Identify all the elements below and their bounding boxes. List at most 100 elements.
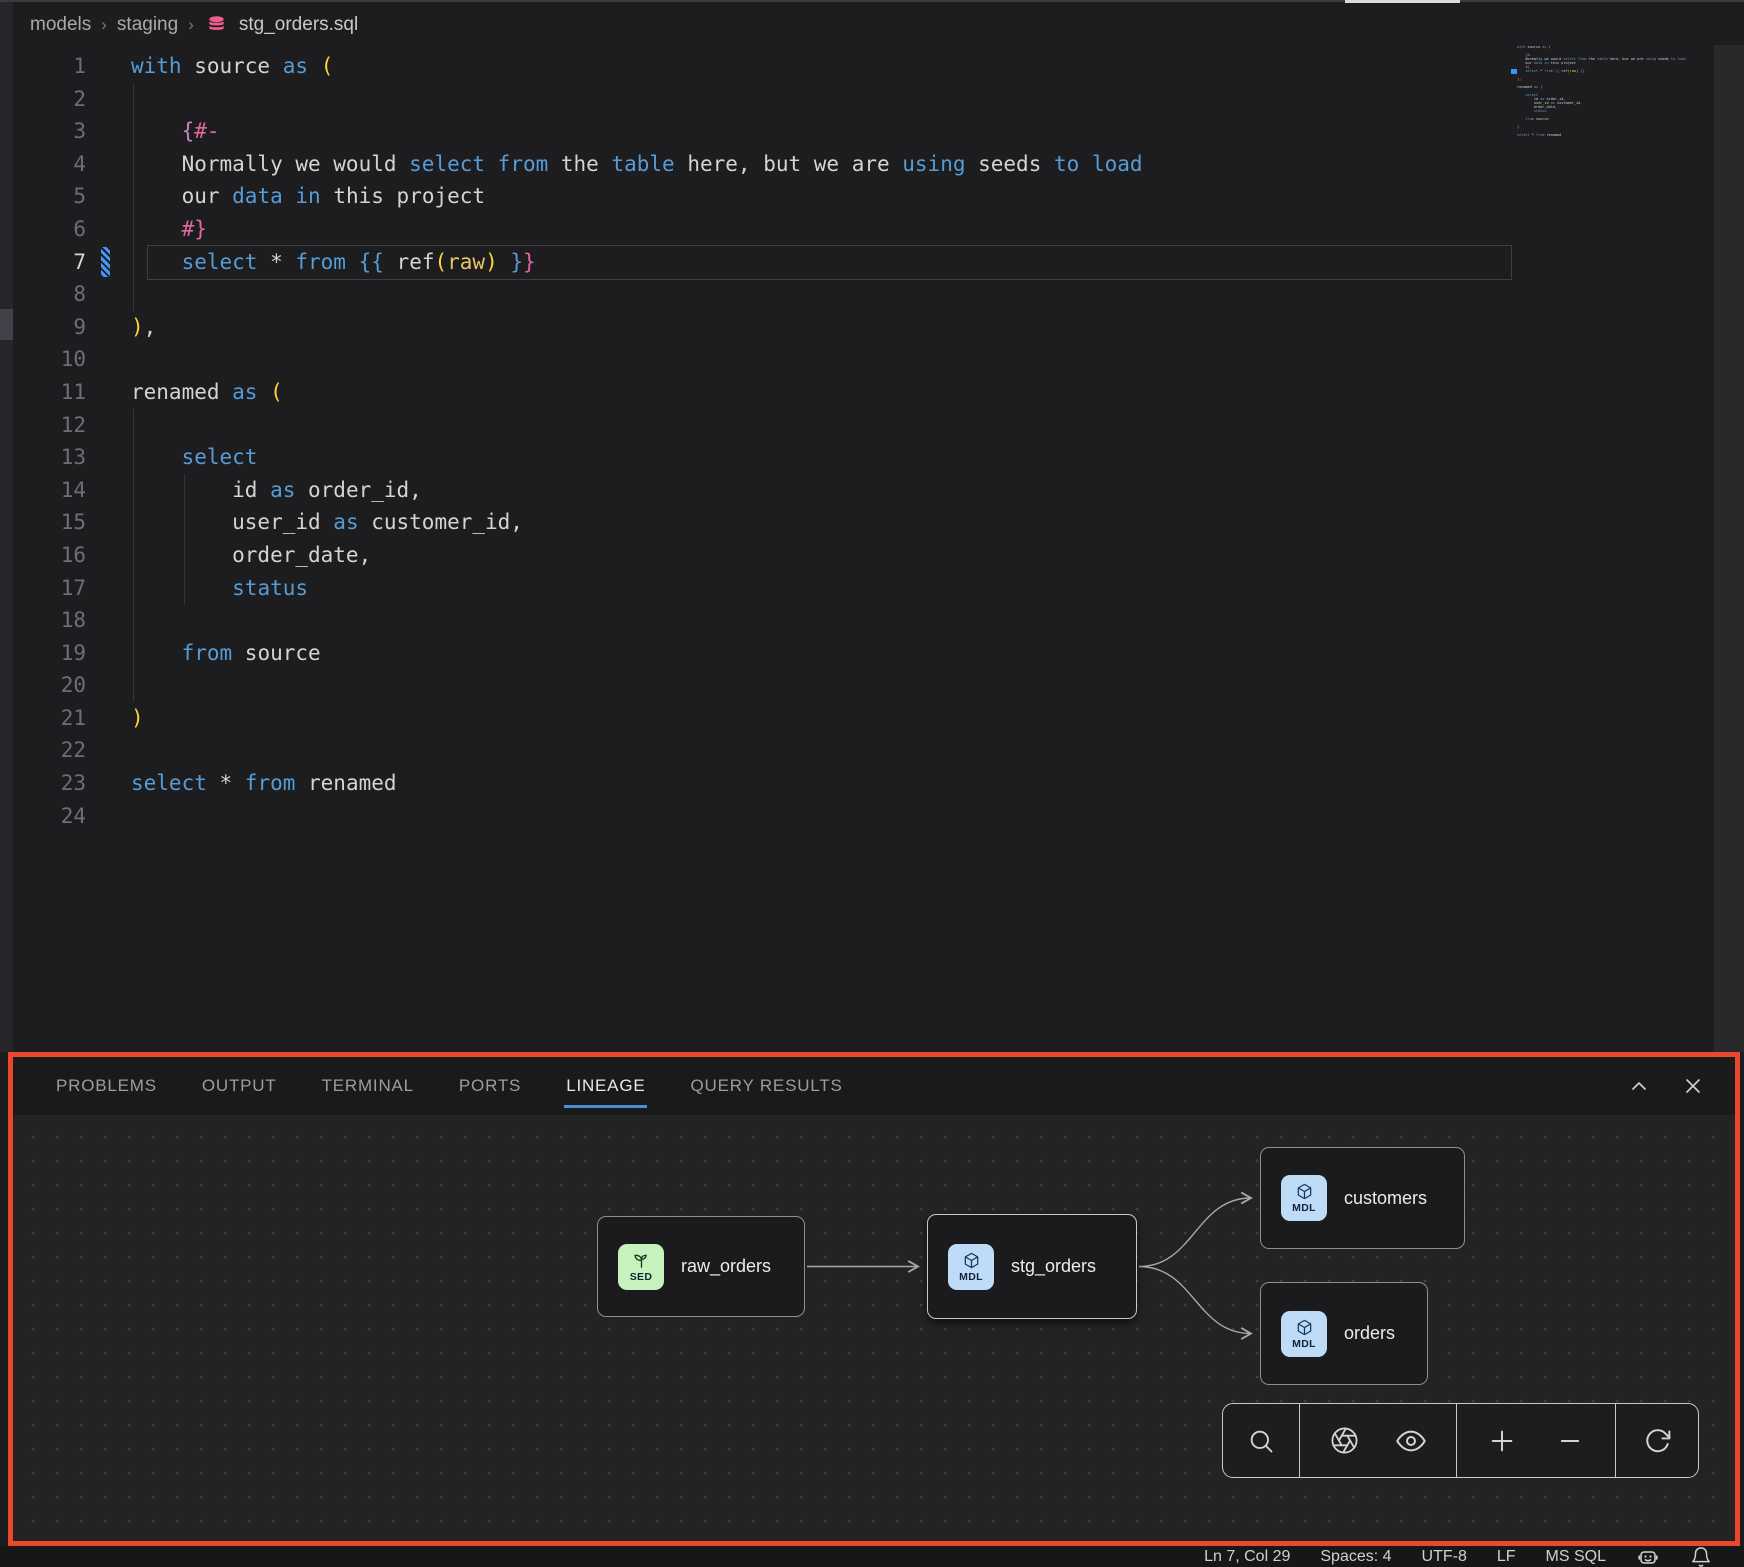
- line-number: 8: [40, 278, 86, 311]
- code-line: with source as (: [131, 50, 1143, 83]
- vscode-window: models › staging › stg_orders.sql 123456…: [0, 0, 1744, 1567]
- line-number: 18: [40, 604, 86, 637]
- panel-actions: [1625, 1057, 1707, 1115]
- lineage-node-raw_orders[interactable]: SEDraw_orders: [597, 1216, 805, 1317]
- status-language-mode[interactable]: MS SQL: [1546, 1548, 1606, 1566]
- visibility-button[interactable]: [1389, 1419, 1433, 1463]
- code-line: {#-: [131, 115, 1143, 148]
- line-number: 17: [40, 572, 86, 605]
- refresh-button[interactable]: [1635, 1419, 1679, 1463]
- bell-icon: [1690, 1546, 1712, 1567]
- minimap-modified-marker: [1511, 69, 1517, 74]
- code-line: renamed as (: [131, 376, 1143, 409]
- code-line: status: [131, 572, 1143, 605]
- line-number: 16: [40, 539, 86, 572]
- extension-robot-button[interactable]: [1636, 1545, 1660, 1567]
- status-bar: Ln 7, Col 29 Spaces: 4 UTF-8 LF MS SQL: [0, 1546, 1744, 1567]
- panel-close-button[interactable]: [1679, 1072, 1707, 1100]
- tab-label: OUTPUT: [202, 1076, 277, 1096]
- model-badge: MDL: [1281, 1175, 1327, 1221]
- code-line: order_date,: [131, 539, 1143, 572]
- tab-ports[interactable]: PORTS: [459, 1057, 521, 1115]
- breadcrumb-filename[interactable]: stg_orders.sql: [239, 14, 358, 36]
- sidebar-edge: [0, 2, 13, 1052]
- panel-maximize-button[interactable]: [1625, 1072, 1653, 1100]
- code-line: ): [131, 702, 1143, 735]
- line-number: 5: [40, 180, 86, 213]
- code-editor[interactable]: with source as ( {#- Normally we would s…: [131, 50, 1143, 832]
- line-number: 6: [40, 213, 86, 246]
- breadcrumb-item-staging[interactable]: staging: [117, 14, 178, 36]
- line-number: 7: [40, 246, 86, 279]
- zoom-in-button[interactable]: [1480, 1419, 1524, 1463]
- status-indentation[interactable]: Spaces: 4: [1320, 1548, 1391, 1566]
- model-badge: MDL: [948, 1244, 994, 1290]
- lineage-node-orders[interactable]: MDL orders: [1260, 1282, 1428, 1385]
- panel-tabs: PROBLEMS OUTPUT TERMINAL PORTS LINEAGE QUERY …: [56, 1057, 843, 1115]
- breadcrumb-item-models[interactable]: models: [30, 14, 91, 36]
- line-number: 10: [40, 343, 86, 376]
- tab-label: QUERY RESULTS: [690, 1076, 842, 1096]
- notifications-button[interactable]: [1690, 1546, 1712, 1567]
- close-icon: [1681, 1074, 1705, 1098]
- badge-label: MDL: [1292, 1202, 1316, 1214]
- line-number: 1: [40, 50, 86, 83]
- tab-query-results[interactable]: QUERY RESULTS: [690, 1057, 842, 1115]
- zoom-out-button[interactable]: [1548, 1419, 1592, 1463]
- tab-label: TERMINAL: [322, 1076, 414, 1096]
- code-line: our data in this project: [131, 180, 1143, 213]
- model-badge: MDL: [1281, 1311, 1327, 1357]
- tab-problems[interactable]: PROBLEMS: [56, 1057, 157, 1115]
- seedling-icon: [632, 1251, 651, 1270]
- line-number-gutter: 123456789101112131415161718192021222324: [40, 50, 86, 832]
- minimap[interactable]: with source as ( {#- Normally we would s…: [1517, 45, 1707, 145]
- line-number: 24: [40, 800, 86, 833]
- line-number: 14: [40, 474, 86, 507]
- status-encoding[interactable]: UTF-8: [1422, 1548, 1467, 1566]
- chevron-up-icon: [1627, 1074, 1651, 1098]
- tab-terminal[interactable]: TERMINAL: [322, 1057, 414, 1115]
- snapshot-button[interactable]: [1323, 1419, 1367, 1463]
- tab-label: LINEAGE: [566, 1076, 645, 1096]
- breadcrumb-separator: ›: [101, 15, 107, 35]
- seed-badge: SED: [618, 1244, 664, 1290]
- lineage-node-stg_orders[interactable]: MDL stg_orders: [927, 1214, 1137, 1319]
- lineage-node-customers[interactable]: MDL customers: [1260, 1147, 1465, 1249]
- lineage-toolbar: [1222, 1403, 1699, 1478]
- plus-icon: [1488, 1427, 1516, 1455]
- line-number: 23: [40, 767, 86, 800]
- line-number: 20: [40, 669, 86, 702]
- aperture-icon: [1330, 1426, 1359, 1455]
- line-number: 11: [40, 376, 86, 409]
- line-number: 22: [40, 734, 86, 767]
- badge-label: MDL: [1292, 1338, 1316, 1350]
- status-eol[interactable]: LF: [1497, 1548, 1516, 1566]
- modified-line-gutter-indicator: [101, 247, 110, 277]
- tab-output[interactable]: OUTPUT: [202, 1057, 277, 1115]
- code-line: [131, 409, 1143, 442]
- code-line: #}: [131, 213, 1143, 246]
- search-button[interactable]: [1239, 1419, 1283, 1463]
- sidebar-edge-handle: [0, 309, 13, 340]
- status-cursor-position[interactable]: Ln 7, Col 29: [1204, 1548, 1290, 1566]
- minimap-slider[interactable]: [1714, 45, 1744, 1052]
- node-label: orders: [1344, 1323, 1395, 1344]
- search-icon: [1247, 1427, 1275, 1455]
- badge-label: SED: [630, 1271, 653, 1283]
- code-line: [131, 604, 1143, 637]
- tab-lineage[interactable]: LINEAGE: [566, 1057, 645, 1115]
- line-number: 2: [40, 83, 86, 116]
- line-number: 4: [40, 148, 86, 181]
- line-number: 3: [40, 115, 86, 148]
- line-number: 12: [40, 409, 86, 442]
- node-label: customers: [1344, 1188, 1427, 1209]
- eye-icon: [1396, 1426, 1426, 1456]
- cube-icon: [1295, 1318, 1314, 1337]
- breadcrumb: models › staging › stg_orders.sql: [30, 9, 358, 41]
- node-label: stg_orders: [1011, 1256, 1096, 1277]
- window-top-border: [0, 0, 1744, 2]
- minus-icon: [1556, 1427, 1584, 1455]
- cube-icon: [1295, 1182, 1314, 1201]
- code-line: [131, 343, 1143, 376]
- code-line: ),: [131, 311, 1143, 344]
